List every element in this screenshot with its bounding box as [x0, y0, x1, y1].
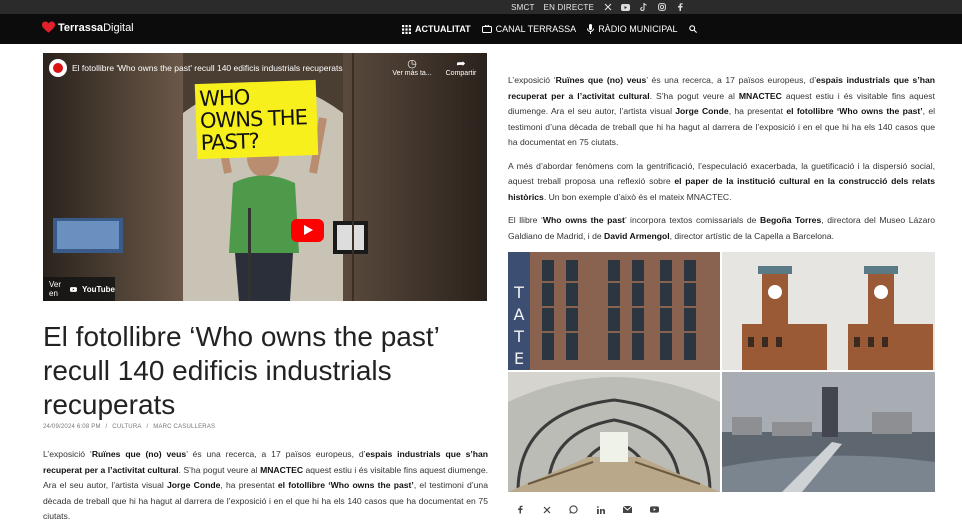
email-icon[interactable]	[623, 505, 632, 514]
nav-label-actualitat: ACTUALITAT	[415, 24, 471, 34]
youtube-video-embed[interactable]: WHO OWNS THE PAST? El fotollibre 'Who ow…	[43, 53, 487, 301]
top-bar: SMCT EN DIRECTE	[0, 0, 962, 14]
youtube-logo-icon	[70, 286, 77, 292]
share-video-button[interactable]: ➦ Compartir	[441, 57, 481, 77]
youtube-icon[interactable]	[621, 3, 630, 12]
site-logo[interactable]: TerrassaDigital	[42, 21, 134, 34]
article-body: L’exposició ‘Ruïnes que (no) veus’ és un…	[508, 73, 935, 252]
channel-avatar[interactable]	[49, 59, 67, 77]
search-icon	[688, 25, 697, 33]
share-bar	[515, 505, 659, 514]
article-paragraph-2: A més d’abordar fenòmens com la gentrifi…	[508, 160, 935, 202]
station-hall-photo[interactable]	[508, 372, 720, 492]
nav-item-radio-municipal[interactable]: RÀDIO MUNICIPAL	[587, 24, 678, 34]
tate-building-photo[interactable]: TATE	[508, 252, 720, 370]
watch-on-youtube-button[interactable]: Ver en YouTube	[43, 277, 115, 301]
x-icon[interactable]	[603, 3, 612, 12]
facebook-icon[interactable]	[515, 505, 524, 514]
live-link[interactable]: EN DIRECTE	[544, 3, 594, 12]
logo-text: TerrassaDigital	[58, 21, 134, 34]
industrial-towers-photo[interactable]	[722, 252, 935, 370]
article-author-link[interactable]: MARC CASULLERAS	[153, 424, 215, 430]
photo-collage[interactable]: TATE	[508, 252, 935, 492]
tiktok-icon[interactable]	[639, 3, 648, 12]
linkedin-icon[interactable]	[596, 505, 605, 514]
article-intro-paragraph: L’exposició ‘Ruïnes que (no) veus’ és un…	[43, 449, 489, 521]
youtube-icon[interactable]	[650, 505, 659, 514]
clock-icon: ◷	[407, 58, 417, 70]
mic-icon	[587, 24, 595, 34]
video-title[interactable]: El fotollibre 'Who owns the past' recull…	[72, 63, 343, 73]
share-arrow-icon: ➦	[456, 58, 466, 70]
nav-menu: ACTUALITAT CANAL TERRASSA RÀDIO MUNICIPA…	[402, 14, 703, 44]
protest-sign: WHO OWNS THE PAST?	[194, 79, 319, 160]
article-category-link[interactable]: CULTURA	[112, 424, 141, 430]
nav-item-canal-terrassa[interactable]: CANAL TERRASSA	[481, 24, 577, 34]
tv-icon	[481, 24, 492, 33]
article-paragraph-3: El llibre ‘Who owns the past’ incorpora …	[508, 215, 936, 241]
heart-logo-icon	[42, 21, 55, 33]
city-river-photo[interactable]	[722, 372, 935, 492]
instagram-icon[interactable]	[657, 3, 666, 12]
watch-later-button[interactable]: ◷ Ver más ta...	[392, 57, 432, 77]
whatsapp-icon[interactable]	[569, 505, 578, 514]
nav-label-canal-terrassa: CANAL TERRASSA	[495, 24, 577, 34]
facebook-icon[interactable]	[675, 3, 684, 12]
nav-label-radio-municipal: RÀDIO MUNICIPAL	[598, 24, 678, 34]
article-meta: 24/09/2024 6:08 PM / CULTURA / MARC CASU…	[43, 424, 216, 430]
nav-item-actualitat[interactable]: ACTUALITAT	[402, 24, 471, 34]
search-button[interactable]	[688, 25, 697, 33]
smct-link[interactable]: SMCT	[511, 3, 534, 12]
main-nav: TerrassaDigital ACTUALITAT CANAL TERRASS…	[0, 14, 962, 44]
x-icon[interactable]	[542, 505, 551, 514]
article-paragraph-1: L’exposició ‘Ruïnes que (no) veus’ és un…	[508, 75, 936, 147]
tate-lettering: TATE	[513, 283, 525, 368]
article-date: 24/09/2024 6:08 PM	[43, 424, 101, 430]
grid-icon	[402, 24, 411, 34]
play-button[interactable]	[291, 219, 324, 242]
article-headline: El fotollibre ‘Who owns the past’ recull…	[43, 321, 439, 420]
